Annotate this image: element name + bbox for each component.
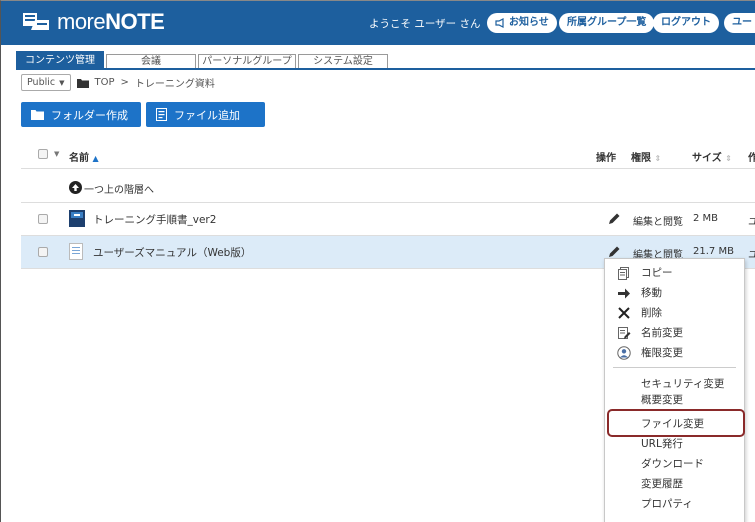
menu-item-security-change[interactable]: セキュリティ変更 [605,374,745,394]
menu-item-download[interactable]: ダウンロード [605,454,745,474]
news-button[interactable]: お知らせ [487,13,557,33]
groups-button-label: 所属グループ一覧 [567,17,647,28]
pencil-icon[interactable] [608,245,621,258]
column-size[interactable]: サイズ ⇕ [692,149,732,164]
menu-item-label: 権限変更 [641,347,683,359]
sort-icon: ⇕ [725,154,732,163]
menu-item-copy[interactable]: コピー [605,263,745,283]
menu-item-label: セキュリティ変更 [641,378,725,390]
app-logo[interactable]: moreNOTE [21,9,165,34]
menu-item-label: 名前変更 [641,327,683,339]
rename-icon [618,327,631,339]
user-button-label: ユー [732,17,752,28]
table-row[interactable]: トレーニング手順書_ver2 編集と閲覧 2 MB ユ [21,203,755,236]
user-button[interactable]: ユー [724,13,755,33]
file-size: 21.7 MB [693,246,734,257]
file-permission: 編集と閲覧 [633,217,683,228]
row-checkbox[interactable] [38,214,48,224]
tab-personal-group[interactable]: パーソナルグループ [198,54,296,69]
file-name[interactable]: トレーニング手順書_ver2 [93,212,216,227]
app-header: moreNOTE ようこそ ユーザー さん お知らせ 所属グループ一覧 ログアウ… [1,1,755,45]
menu-item-label: 概要変更 [641,394,683,405]
file-add-icon [156,108,167,121]
document-icon [69,243,83,260]
menu-item-rename[interactable]: 名前変更 [605,323,745,343]
menu-item-label: 変更履歴 [641,478,683,490]
column-permission-label: 権限 [631,153,651,164]
select-all-checkbox[interactable] [38,149,48,159]
logo-text: moreNOTE [57,9,165,34]
column-size-label: サイズ [692,153,722,164]
menu-item-label: URL発行 [641,438,683,450]
select-menu-chevron-icon[interactable]: ▼ [54,150,59,158]
add-file-label: ファイル追加 [174,108,240,122]
menu-item-label: ダウンロード [641,458,704,470]
menu-item-history[interactable]: 変更履歴 [605,474,745,494]
menu-divider [613,367,736,368]
copy-icon [618,267,629,280]
logout-button[interactable]: ログアウト [653,13,719,33]
highlight-frame [607,409,745,437]
column-name-label: 名前 [69,153,89,164]
parent-folder-label: 一つ上の階層へ [84,185,154,196]
app-frame: moreNOTE ようこそ ユーザー さん お知らせ 所属グループ一覧 ログアウ… [0,0,755,522]
column-operations: 操作 [596,153,616,164]
tab-meeting[interactable]: 会議 [106,54,196,69]
file-author: ユ [748,246,755,261]
menu-item-label: 削除 [641,307,662,319]
file-table-header: ▼ 名前 ▲ 操作 権限 ⇕ サイズ ⇕ 作 [21,141,755,169]
menu-item-label: プロパティ [641,498,693,510]
groups-button[interactable]: 所属グループ一覧 [559,13,655,33]
menu-item-label: コピー [641,267,673,279]
menu-item-properties[interactable]: プロパティ [605,494,745,514]
column-permission[interactable]: 権限 ⇕ [631,149,661,164]
move-arrow-icon [618,288,630,299]
sort-asc-icon: ▲ [92,154,99,163]
main-tabs: コンテンツ管理 会議 パーソナルグループ システム設定 [16,51,755,69]
menu-item-permission[interactable]: 権限変更 [605,343,745,363]
megaphone-icon [495,18,504,28]
chevron-down-icon: ▼ [59,78,65,87]
add-file-button[interactable]: ファイル追加 [146,102,265,127]
logout-button-label: ログアウト [661,17,711,28]
logo-icon [21,10,51,34]
column-author[interactable]: 作 [748,149,755,164]
file-size: 2 MB [693,213,719,224]
scope-select-value: Public [27,77,56,88]
arrow-up-circle-icon [69,181,82,194]
tab-system-settings[interactable]: システム設定 [298,54,388,69]
document-thumbnail-icon [69,210,85,227]
menu-item-move[interactable]: 移動 [605,283,745,303]
scope-select[interactable]: Public ▼ [21,74,71,91]
welcome-text: ようこそ ユーザー さん [369,18,481,30]
menu-item-delete[interactable]: 削除 [605,303,745,323]
menu-item-label: 移動 [641,287,662,299]
tab-underline [16,68,755,70]
folder-icon [31,110,44,120]
parent-folder-row[interactable]: 一つ上の階層へ [21,173,755,203]
tab-content-management[interactable]: コンテンツ管理 [16,51,104,69]
breadcrumb: Public ▼ TOP > トレーニング資料 [21,74,215,91]
folder-icon [76,78,89,88]
menu-item-summary-change[interactable]: 概要変更 [605,392,745,405]
permission-icon [617,346,631,360]
breadcrumb-top-link[interactable]: TOP [95,77,115,88]
file-context-menu: コピー 移動 削除 名前変更 権限変更 セキュリティ変更 概要変更 ファイル変更… [604,258,745,522]
news-button-label: お知らせ [509,17,549,28]
menu-item-url-issue[interactable]: URL発行 [605,434,745,454]
pencil-icon[interactable] [608,212,621,225]
create-folder-label: フォルダー作成 [51,108,128,122]
logo-text-more: more [57,9,106,34]
column-name[interactable]: 名前 ▲ [69,149,99,164]
sort-icon: ⇕ [654,154,662,163]
delete-x-icon [618,307,630,319]
breadcrumb-current: トレーニング資料 [134,79,215,90]
file-author: ユ [748,213,755,228]
row-checkbox[interactable] [38,247,48,257]
breadcrumb-separator: > [120,77,129,88]
file-name[interactable]: ユーザーズマニュアル（Web版） [93,245,251,260]
logo-text-note: NOTE [105,9,165,34]
create-folder-button[interactable]: フォルダー作成 [21,102,141,127]
